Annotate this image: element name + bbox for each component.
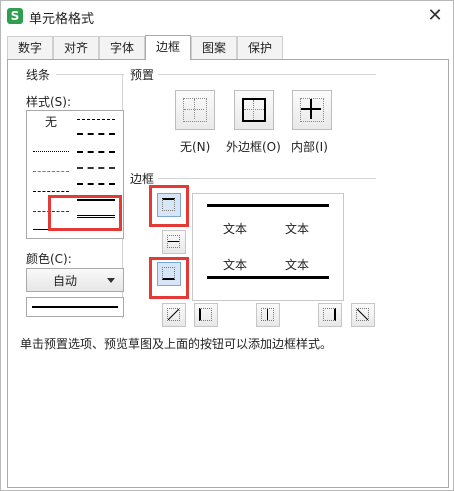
line-style-dash-dot[interactable] [33,191,69,192]
line-style-dash-dot-dot[interactable] [77,119,115,120]
line-style-dotted[interactable] [33,151,69,152]
preset-inside-label: 内部(I) [291,140,328,154]
border-top-button[interactable] [157,193,181,217]
preset-none-button[interactable] [175,90,215,130]
tab-alignment[interactable]: 对齐 [53,36,99,60]
preview-text: 文本 [223,258,248,272]
preset-outline-button[interactable] [234,90,274,130]
dialog-title: 单元格格式 [29,12,95,27]
border-left-icon [199,308,212,321]
border-right-icon [323,308,336,321]
line-style-slanted-dash[interactable] [77,167,115,169]
preset-inside-icon [300,98,324,122]
tab-protection[interactable]: 保护 [237,36,283,60]
border-inside-vertical-button[interactable] [256,303,280,327]
line-style-list[interactable]: 无 [26,110,124,239]
preset-group-title: 预置 [130,68,155,82]
preview-text: 文本 [223,222,248,236]
color-dropdown-value: 自动 [53,274,78,288]
border-bottom-button[interactable] [157,262,181,286]
preset-none-label: 无(N) [180,140,211,154]
close-button[interactable]: ✕ [423,4,447,28]
line-group-divider [56,74,124,75]
border-group-title: 边框 [130,172,155,186]
preview-text: 文本 [285,258,310,272]
border-diagonal-up-button[interactable] [162,303,186,327]
diagonal-down-icon [356,308,369,321]
preset-group-divider [158,74,376,75]
app-logo-icon: S [7,8,23,24]
line-color-preview [26,297,124,317]
line-group-title: 线条 [26,68,51,82]
color-dropdown[interactable]: 自动 [26,268,124,292]
border-inside-horizontal-icon [167,235,180,248]
preset-outline-label: 外边框(O) [226,140,281,154]
tab-border[interactable]: 边框 [145,35,191,60]
border-group-divider [158,178,376,179]
border-diagonal-down-button[interactable] [351,303,375,327]
border-top-icon [162,198,175,211]
tab-pattern[interactable]: 图案 [191,36,237,60]
tab-number[interactable]: 数字 [7,36,53,60]
color-label: 颜色(C): [26,252,72,266]
tab-font[interactable]: 字体 [99,36,145,60]
border-left-button[interactable] [194,303,218,327]
line-style-dashed[interactable] [33,211,69,212]
border-preview[interactable]: 文本 文本 文本 文本 [192,193,344,301]
format-cells-dialog: S 单元格格式 ✕ 数字 对齐 字体 边框 图案 保护 线条 样式(S): 无 [0,0,454,491]
style-label: 样式(S): [26,95,72,109]
border-right-button[interactable] [318,303,342,327]
line-style-thin[interactable] [33,229,69,230]
preset-outline-icon [242,98,266,122]
border-tab-panel: 线条 样式(S): 无 颜色(C): 自动 预置 无(N) 外边框(O) 内部(… [7,59,449,488]
line-style-none[interactable]: 无 [45,113,57,130]
line-style-double[interactable] [77,215,115,218]
border-bottom-icon [162,267,175,280]
preview-text: 文本 [285,222,310,236]
line-style-medium[interactable] [77,199,115,201]
preset-none-icon [183,98,207,122]
line-style-medium-dash-dot-dot[interactable] [77,133,115,135]
chevron-down-icon [107,278,115,283]
line-style-medium-dashed[interactable] [77,183,115,185]
preview-bottom-border [207,276,329,279]
preset-inside-button[interactable] [292,90,332,130]
line-style-medium-dash-dot[interactable] [77,151,115,153]
title-bar: S 单元格格式 ✕ [1,1,453,31]
line-style-hair[interactable] [33,171,69,172]
help-description: 单击预置选项、预览草图及上面的按钮可以添加边框样式。 [20,337,333,351]
diagonal-up-icon [167,308,180,321]
border-inside-horizontal-button[interactable] [162,230,186,254]
border-inside-vertical-icon [261,308,274,321]
preview-top-border [207,204,329,207]
